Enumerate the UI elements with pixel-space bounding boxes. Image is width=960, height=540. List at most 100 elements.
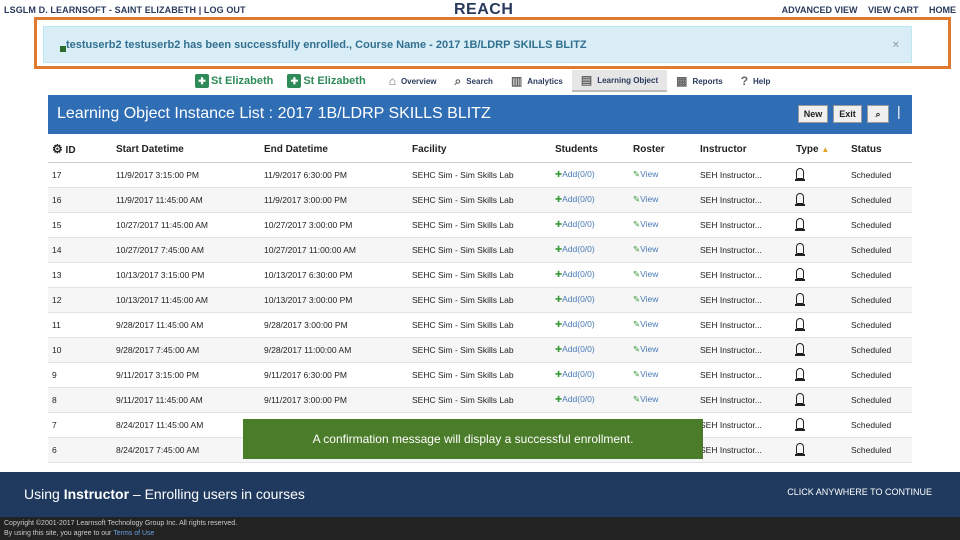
table-row[interactable]: 12 10/13/2017 11:45:00 AM 10/13/2017 3:00:…	[48, 287, 912, 313]
cell-students[interactable]: ✚Add(0/0)	[551, 237, 629, 263]
cell-roster[interactable]: ✎View	[629, 212, 696, 238]
person-icon	[795, 293, 805, 306]
col-status[interactable]: Status	[847, 137, 912, 163]
cell-roster[interactable]: ✎View	[629, 362, 696, 388]
cell-type	[792, 262, 847, 288]
cell-roster[interactable]: ✎View	[629, 187, 696, 213]
cell-type	[792, 212, 847, 238]
cell-instructor: SEH Instructor...	[696, 412, 792, 438]
lesson-title: Using Instructor – Enrolling users in co…	[24, 486, 305, 502]
add-students-link[interactable]: ✚Add(0/0)	[555, 294, 595, 304]
cell-instructor: SEH Instructor...	[696, 287, 792, 313]
view-roster-link[interactable]: ✎View	[633, 319, 658, 329]
col-start[interactable]: Start Datetime	[112, 137, 260, 163]
magnifier-icon: ⌕	[875, 108, 881, 119]
nav-analytics-label: Analytics	[527, 76, 563, 86]
view-roster-link[interactable]: ✎View	[633, 344, 658, 354]
exit-button[interactable]: Exit	[833, 105, 862, 123]
add-students-link[interactable]: ✚Add(0/0)	[555, 244, 595, 254]
col-id[interactable]: ⚙ ID	[48, 137, 112, 163]
nav-help[interactable]: ? Help	[732, 70, 780, 92]
table-row[interactable]: 10 9/28/2017 7:45:00 AM 9/28/2017 11:00:00…	[48, 337, 912, 363]
cell-roster[interactable]: ✎View	[629, 262, 696, 288]
nav-learning-object[interactable]: ▤ Learning Object	[571, 70, 668, 92]
view-cart-link[interactable]: VIEW CART	[868, 5, 919, 15]
add-students-link[interactable]: ✚Add(0/0)	[555, 344, 595, 354]
col-students[interactable]: Students	[551, 137, 629, 163]
table-row[interactable]: 13 10/13/2017 3:15:00 PM 10/13/2017 6:30:0…	[48, 262, 912, 288]
nav-search[interactable]: ⌕ Search	[446, 70, 502, 92]
add-students-link[interactable]: ✚Add(0/0)	[555, 194, 595, 204]
logo-mark-icon: ✚	[287, 74, 302, 88]
cell-students[interactable]: ✚Add(0/0)	[551, 262, 629, 288]
add-students-link[interactable]: ✚Add(0/0)	[555, 394, 595, 404]
user-name: LSGLM D. LEARNSOFT - SAINT ELIZABETH	[4, 5, 197, 15]
cell-id: 14	[48, 237, 112, 263]
col-end[interactable]: End Datetime	[260, 137, 408, 163]
table-row[interactable]: 9 9/11/2017 3:15:00 PM 9/11/2017 6:30:00 P…	[48, 362, 912, 388]
logout-link[interactable]: LOG OUT	[204, 5, 246, 15]
table-row[interactable]: 14 10/27/2017 7:45:00 AM 10/27/2017 11:00:…	[48, 237, 912, 263]
book-icon: ▤	[580, 73, 593, 87]
cell-students[interactable]: ✚Add(0/0)	[551, 212, 629, 238]
cell-instructor: SEH Instructor...	[696, 262, 792, 288]
col-facility[interactable]: Facility	[408, 137, 551, 163]
view-roster-link[interactable]: ✎View	[633, 294, 658, 304]
add-students-link[interactable]: ✚Add(0/0)	[555, 369, 595, 379]
cell-facility: SEHC Sim - Sim Skills Lab	[408, 212, 551, 238]
cell-students[interactable]: ✚Add(0/0)	[551, 337, 629, 363]
cell-roster[interactable]: ✎View	[629, 162, 696, 188]
add-students-link[interactable]: ✚Add(0/0)	[555, 219, 595, 229]
add-students-link[interactable]: ✚Add(0/0)	[555, 169, 595, 179]
cell-roster[interactable]: ✎View	[629, 237, 696, 263]
cell-students[interactable]: ✚Add(0/0)	[551, 387, 629, 413]
view-roster-link[interactable]: ✎View	[633, 244, 658, 254]
cell-students[interactable]: ✚Add(0/0)	[551, 362, 629, 388]
cell-roster[interactable]: ✎View	[629, 337, 696, 363]
advanced-view-link[interactable]: ADVANCED VIEW	[782, 5, 858, 15]
search-button[interactable]: ⌕	[867, 105, 889, 123]
nav-overview[interactable]: ⌂ Overview	[380, 70, 446, 92]
st-elizabeth-logo-2: ✚ St Elizabeth	[287, 74, 366, 88]
nav-reports[interactable]: ▦ Reports	[667, 70, 732, 92]
table-row[interactable]: 15 10/27/2017 11:45:00 AM 10/27/2017 3:00:…	[48, 212, 912, 238]
caption-callout: A confirmation message will display a su…	[243, 419, 703, 459]
continue-prompt[interactable]: CLICK ANYWHERE TO CONTINUE	[787, 487, 932, 497]
col-type[interactable]: Type ▲	[792, 137, 847, 163]
add-students-link[interactable]: ✚Add(0/0)	[555, 319, 595, 329]
cell-roster[interactable]: ✎View	[629, 312, 696, 338]
table-row[interactable]: 8 9/11/2017 11:45:00 AM 9/11/2017 3:00:00 …	[48, 387, 912, 413]
view-roster-link[interactable]: ✎View	[633, 394, 658, 404]
cell-id: 12	[48, 287, 112, 313]
col-roster[interactable]: Roster	[629, 137, 696, 163]
cell-roster[interactable]: ✎View	[629, 287, 696, 313]
terms-link[interactable]: Terms of Use	[113, 530, 154, 537]
nav-analytics[interactable]: ▥ Analytics	[502, 70, 572, 92]
cell-students[interactable]: ✚Add(0/0)	[551, 287, 629, 313]
cell-status: Scheduled	[847, 362, 912, 388]
home-link[interactable]: HOME	[929, 5, 956, 15]
table-row[interactable]: 16 11/9/2017 11:45:00 AM 11/9/2017 3:00:00…	[48, 187, 912, 213]
cell-status: Scheduled	[847, 337, 912, 363]
cell-students[interactable]: ✚Add(0/0)	[551, 312, 629, 338]
cell-type	[792, 362, 847, 388]
table-row[interactable]: 11 9/28/2017 11:45:00 AM 9/28/2017 3:00:00…	[48, 312, 912, 338]
view-roster-link[interactable]: ✎View	[633, 369, 658, 379]
cell-id: 11	[48, 312, 112, 338]
person-icon	[795, 168, 805, 181]
cell-students[interactable]: ✚Add(0/0)	[551, 187, 629, 213]
view-roster-link[interactable]: ✎View	[633, 169, 658, 179]
gear-icon[interactable]: ⚙	[52, 142, 63, 156]
view-roster-link[interactable]: ✎View	[633, 219, 658, 229]
sort-asc-icon: ▲	[821, 144, 830, 154]
cell-students[interactable]: ✚Add(0/0)	[551, 162, 629, 188]
new-button[interactable]: New	[798, 105, 828, 123]
col-instructor[interactable]: Instructor	[696, 137, 792, 163]
view-roster-link[interactable]: ✎View	[633, 269, 658, 279]
cell-roster[interactable]: ✎View	[629, 387, 696, 413]
table-row[interactable]: 17 11/9/2017 3:15:00 PM 11/9/2017 6:30:00 …	[48, 162, 912, 188]
cell-type	[792, 237, 847, 263]
view-roster-link[interactable]: ✎View	[633, 194, 658, 204]
add-students-link[interactable]: ✚Add(0/0)	[555, 269, 595, 279]
cell-facility: SEHC Sim - Sim Skills Lab	[408, 287, 551, 313]
